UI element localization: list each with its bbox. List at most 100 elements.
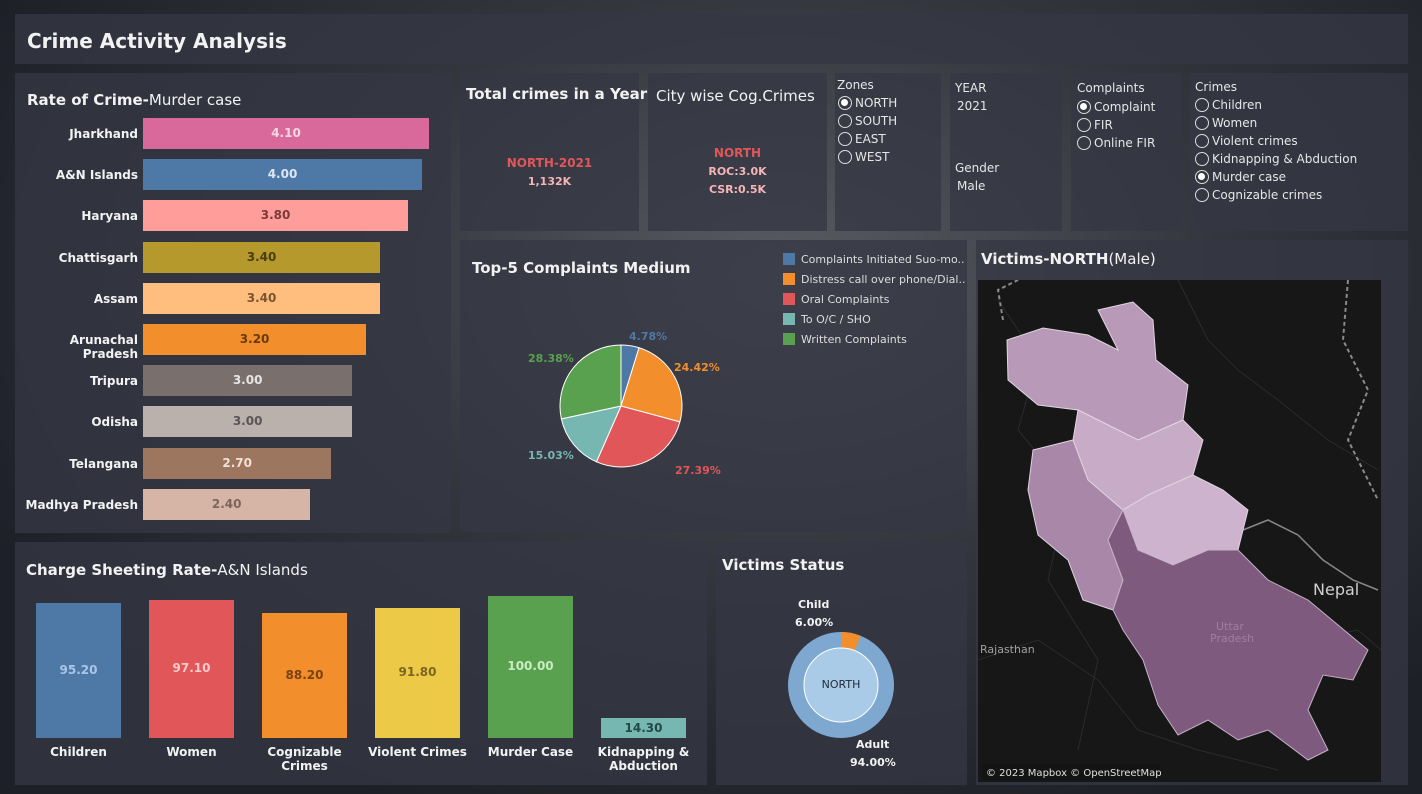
radio-icon[interactable] — [1077, 118, 1091, 132]
rate-bar[interactable]: 4.00 — [143, 159, 423, 191]
radio-icon[interactable] — [1195, 134, 1209, 148]
radio-icon[interactable] — [838, 150, 852, 164]
crimes-option-label: Cognizable crimes — [1212, 188, 1323, 202]
rate-bar[interactable]: 2.40 — [143, 488, 311, 520]
total-title: Total crimes in a Year — [466, 85, 648, 103]
rate-bar[interactable]: 3.00 — [143, 406, 353, 438]
gender-value[interactable]: Male — [957, 179, 985, 193]
rate-bar[interactable]: 3.40 — [143, 241, 381, 273]
rate-bar-label: Odisha — [91, 415, 138, 430]
donut-center-label: NORTH — [821, 678, 861, 691]
city-title: City wise Cog.Crimes — [656, 87, 815, 105]
charge-subtitle: A&N Islands — [217, 561, 308, 579]
zones-option[interactable]: WEST — [838, 150, 889, 164]
year-value[interactable]: 2021 — [957, 99, 988, 113]
radio-icon[interactable] — [1195, 116, 1209, 130]
rate-bar[interactable]: 2.70 — [143, 447, 332, 479]
radio-icon[interactable] — [1077, 136, 1091, 150]
legend-item[interactable]: Oral Complaints — [783, 293, 889, 306]
radio-icon[interactable] — [838, 96, 852, 110]
charge-bar[interactable]: 88.20 — [262, 612, 347, 738]
charge-bar-value: 100.00 — [507, 659, 554, 673]
rate-bar[interactable]: 3.40 — [143, 282, 381, 314]
rate-bar[interactable]: 3.20 — [143, 324, 367, 355]
complaints-option[interactable]: Complaint — [1077, 100, 1155, 114]
legend-label: Distress call over phone/Dial.. — [801, 273, 966, 286]
radio-icon[interactable] — [838, 114, 852, 128]
crimes-option[interactable]: Murder case — [1195, 170, 1286, 184]
crimes-filter: Crimes Children Women Violent crimes Kidnap… — [1190, 73, 1408, 231]
legend-swatch — [783, 253, 795, 265]
radio-icon[interactable] — [1195, 98, 1209, 112]
charge-title: Charge Sheeting Rate-A&N Islands — [26, 561, 308, 579]
zones-filter: Zones NORTH SOUTH EAST WEST — [835, 73, 941, 231]
crimes-option[interactable]: Women — [1195, 116, 1257, 130]
rate-bar-value: 2.70 — [222, 455, 252, 470]
radio-icon[interactable] — [1077, 100, 1091, 114]
victims-title: Victims Status — [722, 556, 845, 574]
rate-bar-label: Chattisgarh — [58, 250, 138, 265]
rate-bar-value: 3.40 — [246, 290, 277, 305]
charge-bar[interactable]: 95.20 — [36, 602, 121, 738]
complaints-option[interactable]: FIR — [1077, 118, 1113, 132]
total-count: 1,132K — [527, 175, 572, 188]
title-bar: Crime Activity Analysis — [15, 14, 1408, 64]
pie-slice-label: 27.39% — [675, 464, 721, 477]
radio-icon[interactable] — [838, 132, 852, 146]
city-csr: CSR:0.5K — [708, 183, 767, 196]
rate-bar[interactable]: 4.10 — [143, 118, 429, 149]
charge-bar[interactable]: 100.00 — [488, 596, 573, 738]
rate-bar-label: Jharkhand — [69, 127, 138, 141]
crimes-option[interactable]: Children — [1195, 98, 1262, 112]
gender-title: Gender — [955, 161, 1000, 175]
rate-bar[interactable]: 3.80 — [143, 200, 409, 232]
charge-bar-value: 91.80 — [398, 664, 437, 679]
north-india-map[interactable]: Nepal Rajasthan Uttar Pradesh © 2023 Map… — [978, 280, 1381, 782]
crimes-option-label: Women — [1212, 116, 1258, 130]
legend-label: Oral Complaints — [801, 293, 890, 306]
radio-icon[interactable] — [1195, 152, 1209, 166]
rate-title: Rate of Crime-Murder case — [27, 91, 242, 109]
charge-bar-value: 95.20 — [59, 662, 98, 677]
legend-item[interactable]: To O/C / SHO — [783, 313, 871, 326]
legend-item[interactable]: Complaints Initiated Suo-mo.. — [783, 253, 965, 266]
rate-bar-value: 3.00 — [232, 414, 263, 429]
adult-label: Adult — [856, 738, 890, 751]
charge-bar-value: 14.30 — [624, 720, 663, 735]
radio-icon[interactable] — [1195, 188, 1209, 202]
child-value: 6.00% — [795, 616, 834, 629]
dashboard-title: Crime Activity Analysis — [27, 29, 287, 53]
zones-option[interactable]: SOUTH — [838, 114, 897, 128]
rate-bar[interactable]: 3.00 — [143, 365, 353, 397]
year-gender-filter: YEAR 2021 Gender Male — [950, 73, 1062, 231]
charge-bar-label: Murder Case — [487, 745, 574, 759]
map-title: Victims-NORTH(Male) — [981, 250, 1156, 268]
rate-bar-value: 4.10 — [271, 126, 301, 140]
crimes-option-label: Children — [1212, 98, 1262, 112]
legend-swatch — [783, 333, 795, 345]
map-attribution[interactable]: © 2023 Mapbox © OpenStreetMap — [986, 768, 1162, 779]
zones-option-label: SOUTH — [855, 114, 898, 128]
charge-bar-value: 97.10 — [172, 661, 211, 676]
charge-bar[interactable]: 14.30 — [601, 717, 686, 738]
legend-item[interactable]: Written Complaints — [783, 333, 907, 346]
charge-bar[interactable]: 91.80 — [375, 607, 460, 738]
legend-swatch — [783, 273, 795, 285]
legend-label: Written Complaints — [801, 333, 907, 346]
crimes-option[interactable]: Cognizable crimes — [1195, 188, 1322, 202]
complaints-option[interactable]: Online FIR — [1077, 136, 1155, 150]
rate-bar-value: 3.00 — [232, 373, 263, 388]
legend-item[interactable]: Distress call over phone/Dial.. — [783, 273, 965, 286]
radio-icon[interactable] — [1195, 170, 1209, 184]
zones-option[interactable]: NORTH — [838, 96, 897, 110]
pie-slice-label: 28.38% — [528, 352, 574, 365]
victims-status-panel: Victims Status Child 6.00% NORTH Adult 9… — [716, 542, 967, 785]
legend-label: To O/C / SHO — [801, 313, 871, 326]
complaints-option-label: FIR — [1094, 118, 1113, 132]
crimes-option[interactable]: Violent crimes — [1195, 134, 1298, 148]
city-roc: ROC:3.0K — [708, 165, 767, 178]
complaints-option-label: Online FIR — [1094, 136, 1156, 150]
crimes-option[interactable]: Kidnapping & Abduction — [1195, 152, 1357, 166]
charge-bar[interactable]: 97.10 — [149, 600, 234, 738]
zones-option[interactable]: EAST — [838, 132, 886, 146]
